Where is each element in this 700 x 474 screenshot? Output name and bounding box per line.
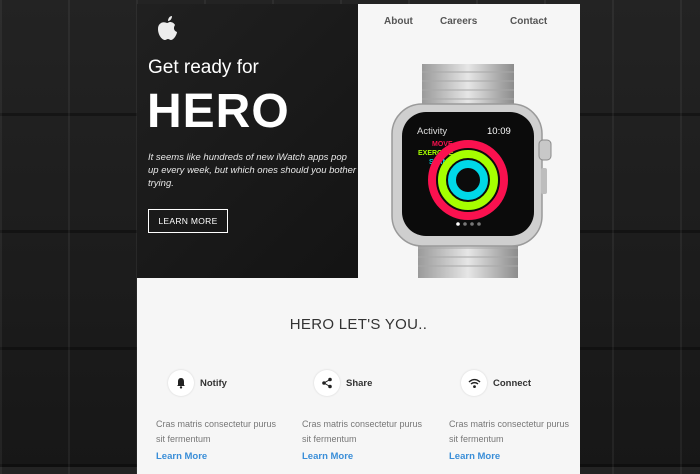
apple-logo-icon[interactable]: [153, 14, 181, 42]
feature-text: Cras matris consectetur purus sit fermen…: [302, 419, 423, 444]
learn-more-link[interactable]: Learn More: [156, 451, 207, 462]
feature-title: Share: [346, 377, 373, 389]
wifi-icon: [461, 370, 487, 396]
feature-title: Connect: [493, 377, 531, 389]
hero-title: HERO: [147, 85, 290, 138]
nav-careers[interactable]: Careers: [440, 16, 477, 27]
hero-panel: Get ready for HERO It seems like hundred…: [137, 4, 358, 278]
learn-more-link[interactable]: Learn More: [302, 451, 353, 462]
watch-app-title: Activity: [417, 126, 447, 137]
nav-contact[interactable]: Contact: [510, 16, 547, 27]
hero-description: It seems like hundreds of new iWatch app…: [148, 152, 357, 189]
hero-subtitle: Get ready for: [148, 57, 259, 78]
watch-time: 10:09: [487, 126, 511, 137]
feature-title: Notify: [200, 377, 227, 389]
section-title: HERO LET'S YOU..: [289, 316, 428, 333]
nav-about[interactable]: About: [384, 16, 413, 27]
learn-more-button[interactable]: LEARN MORE: [148, 209, 228, 233]
feature-connect[interactable]: Connect: [461, 370, 531, 396]
apple-watch-image: Activity 10:09 MOVE EXERCISE STAND: [391, 64, 552, 278]
feature-notify[interactable]: Notify: [168, 370, 227, 396]
feature-share[interactable]: Share: [314, 370, 372, 396]
learn-more-link[interactable]: Learn More: [449, 451, 500, 462]
bell-icon: [168, 370, 194, 396]
feature-text: Cras matris consectetur purus sit fermen…: [449, 419, 570, 444]
share-icon: [314, 370, 340, 396]
feature-text: Cras matris consectetur purus sit fermen…: [156, 419, 277, 444]
